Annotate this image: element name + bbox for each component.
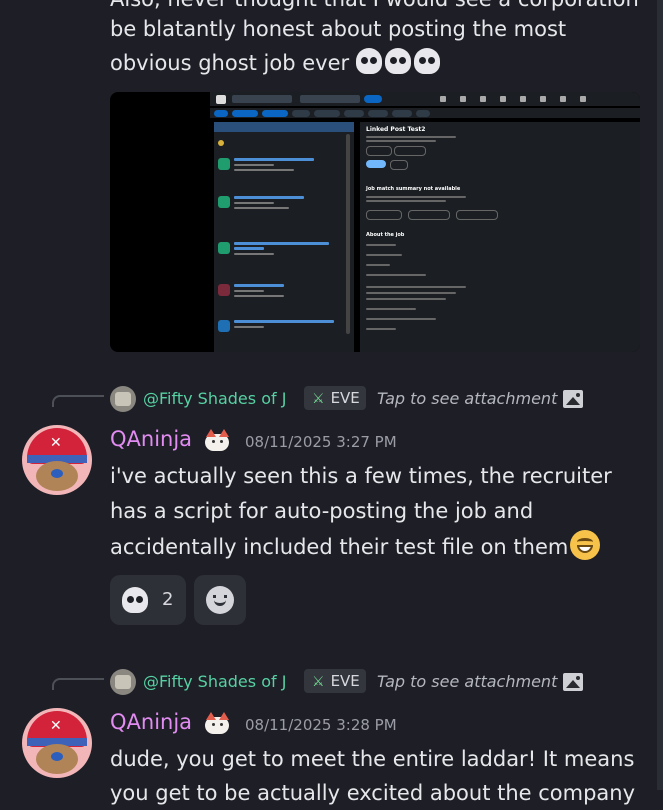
cat-badge-icon — [203, 428, 231, 452]
username[interactable]: QAninja — [110, 427, 192, 451]
message-line: accidentally included their test file on… — [110, 530, 650, 564]
linkedin-search-button — [364, 95, 382, 103]
reply-author-name[interactable]: @Fifty Shades of J — [143, 672, 286, 691]
add-reaction-icon — [206, 586, 234, 614]
guild-tag[interactable]: ⚔ EVE — [304, 386, 366, 410]
skull-emoji-icon — [355, 48, 382, 74]
message-text: accidentally included their test file on… — [110, 535, 569, 559]
sword-icon: ⚔ — [312, 674, 325, 690]
reply-preview-text[interactable]: Tap to see attachment — [377, 389, 557, 408]
reply-preview-text[interactable]: Tap to see attachment — [377, 672, 557, 691]
linkedin-search-box — [232, 95, 292, 103]
reply-author-name[interactable]: @Fifty Shades of J — [143, 389, 286, 408]
message-line: dude, you get to meet the entire laddar!… — [110, 747, 635, 771]
reaction-count: 2 — [162, 589, 174, 610]
attachment-image[interactable]: Linked Post Test2 Job match summary not … — [110, 92, 640, 352]
reaction-skull[interactable]: 2 — [110, 575, 186, 625]
linkedin-job-list — [214, 122, 354, 352]
cat-badge-icon — [203, 711, 231, 735]
linkedin-messaging-bar — [554, 340, 634, 350]
linkedin-logo-icon — [216, 95, 226, 104]
reply-avatar[interactable] — [110, 669, 136, 695]
linkedin-filter-bar — [210, 108, 640, 118]
message-line: has a script for auto-posting the job an… — [110, 499, 534, 523]
reply-connector — [52, 395, 104, 407]
add-reaction-button[interactable] — [194, 575, 246, 625]
username[interactable]: QAninja — [110, 710, 192, 734]
message-line: obvious ghost job ever — [110, 46, 650, 80]
guild-tag[interactable]: ⚔ EVE — [304, 669, 366, 693]
message-text: obvious ghost job ever — [110, 51, 350, 75]
reply-connector — [52, 678, 104, 690]
linkedin-job-detail: Linked Post Test2 Job match summary not … — [360, 122, 640, 352]
grinning-face-emoji-icon — [570, 530, 601, 560]
linkedin-location-box — [300, 95, 360, 103]
avatar[interactable]: ✕ — [22, 708, 92, 778]
avatar[interactable]: ✕ — [22, 425, 92, 495]
message-line-partial: you get to be actually excited about the… — [110, 781, 636, 805]
skull-emoji-icon — [413, 48, 440, 74]
skull-emoji-icon — [122, 587, 148, 613]
message-line: i've actually seen this a few times, the… — [110, 464, 612, 488]
reply-avatar[interactable] — [110, 386, 136, 412]
scrollbar-edge[interactable] — [657, 0, 663, 790]
timestamp: 08/11/2025 3:28 PM — [245, 716, 397, 734]
image-icon — [563, 390, 583, 408]
message-line: be blatantly honest about posting the mo… — [110, 17, 567, 41]
image-icon — [563, 673, 583, 691]
timestamp: 08/11/2025 3:27 PM — [245, 433, 397, 451]
skull-emoji-icon — [384, 48, 411, 74]
sword-icon: ⚔ — [312, 391, 325, 407]
